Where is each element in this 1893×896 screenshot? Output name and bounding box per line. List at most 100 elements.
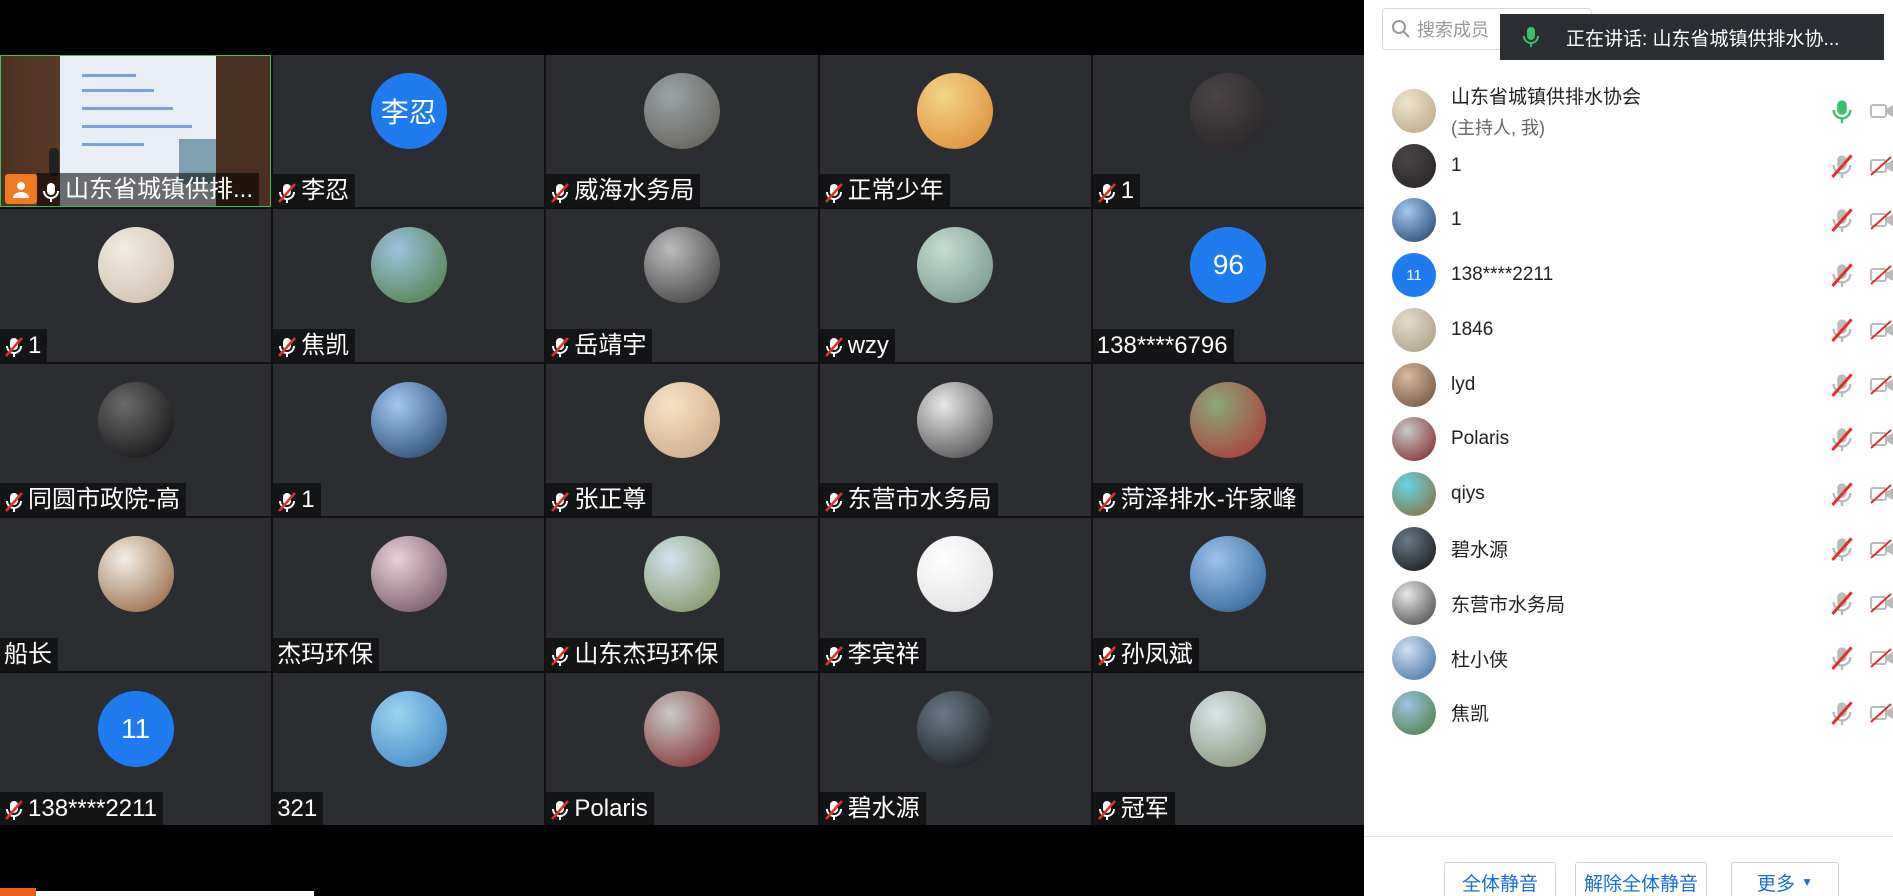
participant-tile[interactable]: 1 bbox=[273, 363, 545, 517]
mic-muted-icon[interactable] bbox=[1830, 481, 1854, 507]
camera-off-icon[interactable] bbox=[1869, 591, 1893, 615]
participant-nameplate: 138****2211 bbox=[0, 791, 164, 825]
camera-off-icon[interactable] bbox=[1869, 537, 1893, 561]
camera-off-icon[interactable] bbox=[1869, 373, 1893, 397]
participant-name: 李忍 bbox=[301, 177, 350, 205]
camera-off-icon[interactable] bbox=[1869, 482, 1893, 506]
more-button[interactable]: 更多 ▼ bbox=[1731, 862, 1839, 896]
avatar bbox=[1392, 307, 1436, 352]
mic-muted-icon[interactable] bbox=[1830, 262, 1854, 288]
member-name: 138****2211 bbox=[1451, 264, 1554, 286]
participant-tile[interactable]: 1 bbox=[0, 209, 272, 362]
participant-name: 正常少年 bbox=[847, 177, 944, 205]
camera-off-icon[interactable] bbox=[1869, 427, 1893, 451]
avatar bbox=[917, 73, 994, 149]
participant-tile[interactable]: 山东杰玛环保 bbox=[546, 518, 818, 671]
avatar bbox=[1392, 636, 1436, 680]
participant-name: wzy bbox=[847, 331, 889, 359]
participant-tile[interactable]: 东营市水务局 bbox=[819, 363, 1091, 517]
avatar bbox=[97, 536, 174, 613]
mic-muted-icon[interactable] bbox=[1830, 207, 1854, 233]
mic-muted-icon bbox=[4, 797, 24, 821]
mic-muted-icon[interactable] bbox=[1830, 372, 1854, 398]
participant-tile[interactable]: wzy bbox=[819, 209, 1091, 362]
camera-off-icon[interactable] bbox=[1869, 208, 1893, 232]
participant-name: 李宾祥 bbox=[847, 640, 920, 668]
mute-all-button[interactable]: 全体静音 bbox=[1444, 862, 1556, 896]
avatar: 11 bbox=[1392, 253, 1436, 298]
mic-muted-icon[interactable] bbox=[1830, 590, 1854, 616]
meeting-window: 山东省城镇供排... 李忍 李忍 威海水务局 正常少年 1 1 焦凯 岳靖宇 wzy 96 138**… bbox=[0, 0, 1893, 896]
mic-muted-icon bbox=[1097, 489, 1117, 512]
mic-muted-icon[interactable] bbox=[1830, 426, 1854, 452]
avatar bbox=[1190, 536, 1267, 613]
participant-tile[interactable]: 李宾祥 bbox=[819, 518, 1091, 671]
mic-muted-icon bbox=[277, 334, 297, 358]
member-row[interactable]: 焦凯 bbox=[1364, 680, 1893, 746]
mic-icon[interactable] bbox=[1830, 98, 1854, 124]
participant-tile[interactable]: 碧水源 bbox=[819, 672, 1091, 825]
toolbar-area bbox=[0, 825, 1364, 896]
participant-tile[interactable]: Polaris bbox=[546, 672, 818, 825]
participant-name: 焦凯 bbox=[301, 331, 350, 359]
participant-tile[interactable]: 威海水务局 bbox=[546, 55, 818, 208]
participant-tile[interactable]: 张正尊 bbox=[546, 363, 818, 517]
avatar bbox=[1392, 417, 1436, 462]
member-name: qiys bbox=[1451, 482, 1485, 504]
mic-muted-icon bbox=[550, 180, 570, 203]
search-icon bbox=[1392, 20, 1410, 38]
participant-tile[interactable]: 岳靖宇 bbox=[546, 209, 818, 362]
participant-name: 孙凤斌 bbox=[1120, 640, 1193, 668]
avatar bbox=[370, 381, 447, 458]
avatar bbox=[97, 381, 174, 458]
participant-name: 东营市水务局 bbox=[847, 486, 992, 514]
avatar: 96 bbox=[1190, 227, 1267, 304]
avatar bbox=[917, 690, 994, 767]
avatar bbox=[1392, 526, 1436, 571]
mic-muted-icon[interactable] bbox=[1830, 700, 1854, 726]
participant-tile[interactable]: 杰玛环保 bbox=[273, 518, 545, 671]
unmute-all-button[interactable]: 解除全体静音 bbox=[1575, 862, 1707, 896]
mic-muted-icon[interactable] bbox=[1830, 317, 1854, 343]
avatar bbox=[1392, 690, 1436, 735]
camera-off-icon[interactable] bbox=[1869, 318, 1893, 342]
camera-off-icon[interactable] bbox=[1869, 263, 1893, 287]
participant-tile[interactable]: 冠军 bbox=[1092, 672, 1364, 825]
camera-off-icon[interactable] bbox=[1869, 646, 1893, 670]
camera-off-icon[interactable] bbox=[1869, 154, 1893, 178]
member-panel: 搜索成员 正在讲话: 山东省城镇供排水协... 山东省城镇供排水协会 (主持人, … bbox=[1364, 0, 1893, 896]
mic-muted-icon bbox=[824, 489, 844, 512]
participant-name: 同圆市政院-高 bbox=[28, 486, 180, 514]
participant-tile[interactable]: 1 bbox=[1092, 55, 1364, 208]
participant-tile[interactable]: 正常少年 bbox=[819, 55, 1091, 208]
participant-tile[interactable]: 李忍 李忍 bbox=[273, 55, 545, 208]
avatar bbox=[370, 536, 447, 613]
camera-off-icon[interactable] bbox=[1869, 701, 1893, 725]
participant-nameplate: wzy bbox=[819, 328, 895, 362]
participant-nameplate: 李忍 bbox=[273, 174, 356, 208]
mic-muted-icon bbox=[824, 334, 844, 358]
participant-nameplate: 焦凯 bbox=[273, 328, 356, 362]
participant-nameplate: 321 bbox=[273, 791, 324, 825]
participant-tile[interactable]: 11 138****2211 bbox=[0, 672, 272, 825]
participant-tile[interactable]: 菏泽排水-许家峰 bbox=[1092, 363, 1364, 517]
toolbar-tab[interactable] bbox=[0, 888, 36, 896]
participant-tile[interactable]: 孙凤斌 bbox=[1092, 518, 1364, 671]
mic-muted-icon[interactable] bbox=[1830, 153, 1854, 179]
mic-muted-icon[interactable] bbox=[1830, 645, 1854, 671]
avatar bbox=[643, 73, 720, 149]
participant-tile[interactable]: 同圆市政院-高 bbox=[0, 363, 272, 517]
avatar bbox=[643, 227, 720, 304]
camera-off-icon[interactable] bbox=[1869, 99, 1893, 123]
participant-tile[interactable]: 船长 bbox=[0, 518, 272, 671]
participant-name: 138****6796 bbox=[1096, 331, 1228, 359]
member-name: 1846 bbox=[1451, 318, 1494, 340]
participant-tile[interactable]: 321 bbox=[273, 672, 545, 825]
participant-tile[interactable]: 山东省城镇供排... bbox=[0, 55, 272, 208]
mic-muted-icon[interactable] bbox=[1830, 536, 1854, 562]
participant-tile[interactable]: 焦凯 bbox=[273, 209, 545, 362]
participant-nameplate: 孙凤斌 bbox=[1092, 637, 1199, 671]
avatar bbox=[1190, 73, 1267, 149]
participant-nameplate: 1 bbox=[273, 483, 321, 517]
participant-tile[interactable]: 96 138****6796 bbox=[1092, 209, 1364, 362]
